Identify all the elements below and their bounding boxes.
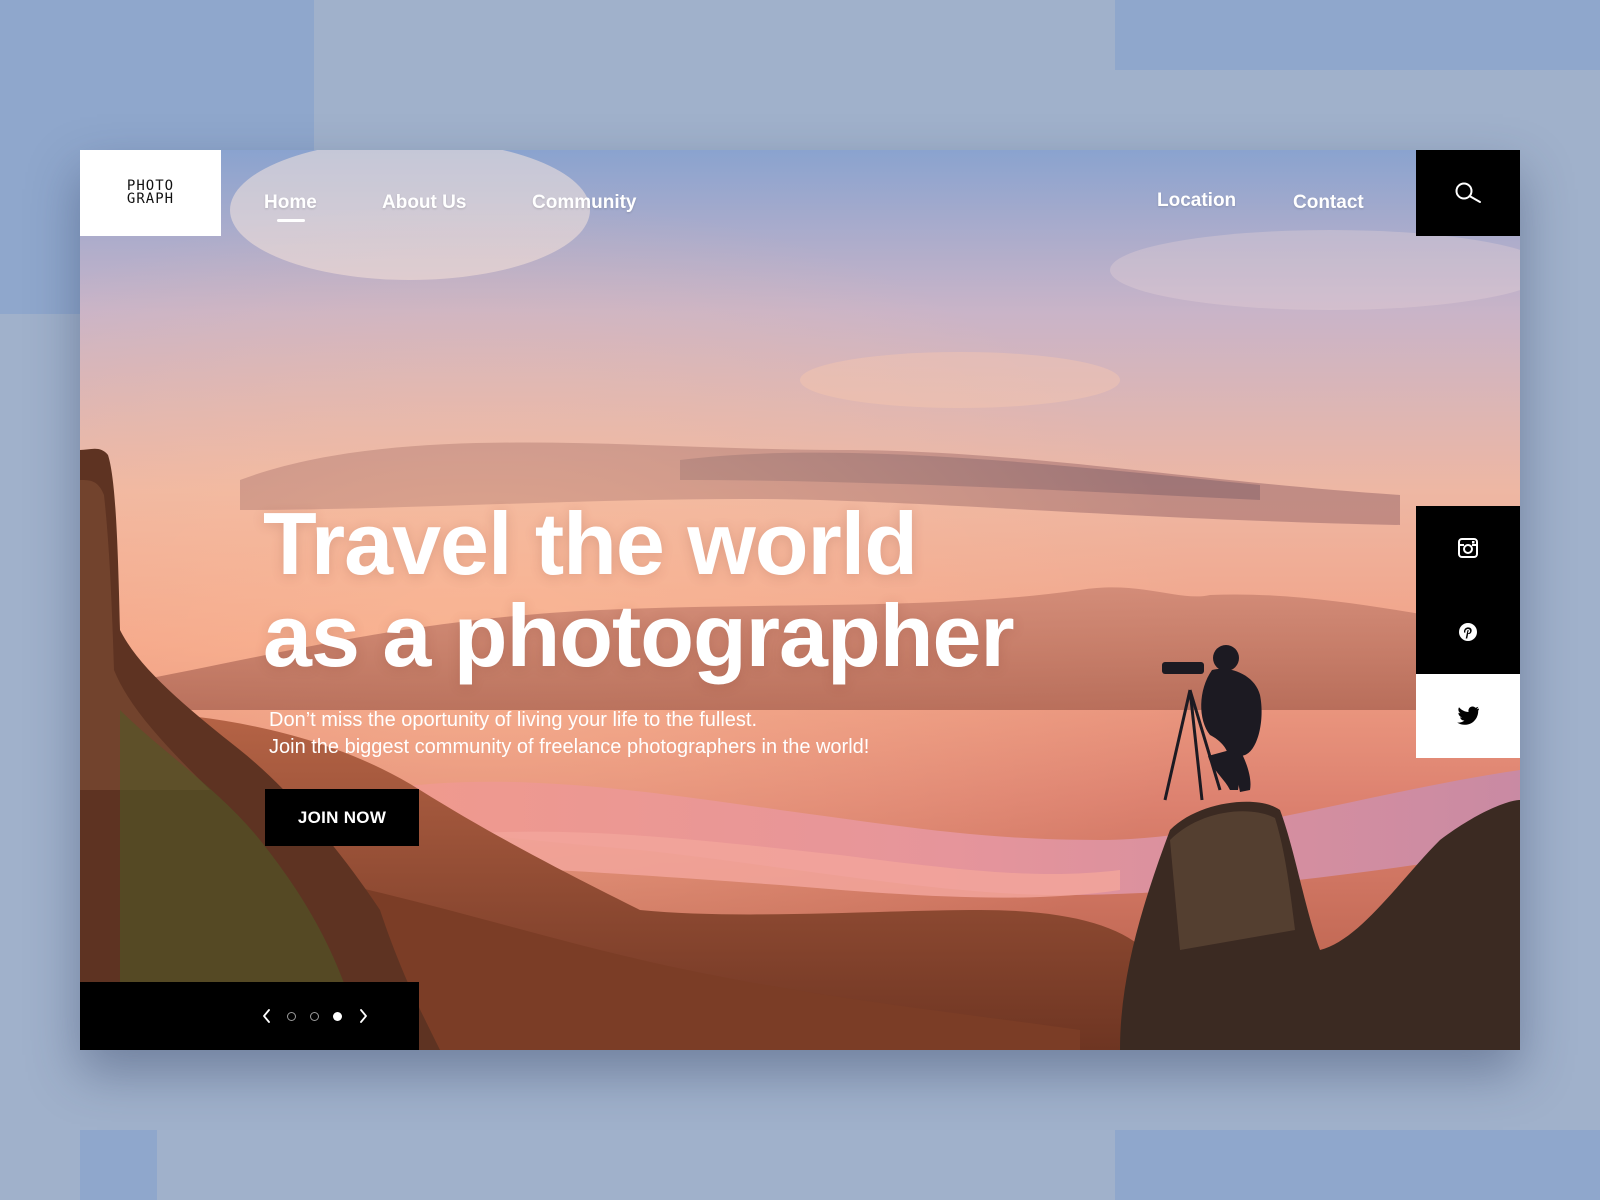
logo[interactable]: PHOTO GRAPH xyxy=(80,150,221,236)
slide-dot-1[interactable] xyxy=(287,1012,296,1021)
search-icon xyxy=(1455,182,1481,203)
chevron-right-icon[interactable] xyxy=(358,1005,368,1027)
search-button[interactable] xyxy=(1416,150,1520,236)
twitter-link[interactable] xyxy=(1416,674,1520,758)
instagram-link[interactable] xyxy=(1416,506,1520,590)
nav-home[interactable]: Home xyxy=(264,192,317,222)
hero-subtext-line-2: Join the biggest community of freelance … xyxy=(269,736,870,758)
slide-dot-3[interactable] xyxy=(333,1012,342,1021)
nav-location-label: Location xyxy=(1157,190,1237,211)
nav-community-label: Community xyxy=(532,192,637,213)
hero-subtext-line-1: Don’t miss the oportunity of living your… xyxy=(269,709,758,731)
twitter-icon xyxy=(1457,706,1479,725)
logo-line-2: GRAPH xyxy=(126,191,175,207)
nav-location[interactable]: Location xyxy=(1157,190,1236,212)
nav-contact-label: Contact xyxy=(1293,192,1364,213)
nav-about-us-label: About Us xyxy=(382,192,467,213)
instagram-icon xyxy=(1458,538,1478,558)
pinterest-link[interactable] xyxy=(1416,590,1520,674)
hero-headline-line-1: Travel the world xyxy=(263,494,918,593)
logo-wordmark: PHOTO GRAPH xyxy=(126,179,175,207)
decorative-block xyxy=(1115,0,1600,70)
hero-headline-line-2: as a photographer xyxy=(263,586,1015,685)
hero-card: PHOTO GRAPH Home About Us Community Loca… xyxy=(80,150,1520,1050)
hero-subtext: Don’t miss the oportunity of living your… xyxy=(269,707,869,761)
nav-home-label: Home xyxy=(264,192,317,213)
active-indicator xyxy=(277,219,305,222)
chevron-left-icon[interactable] xyxy=(262,1005,272,1027)
social-links xyxy=(1416,506,1520,758)
decorative-block xyxy=(1115,1130,1600,1200)
pinterest-icon xyxy=(1459,623,1477,641)
slider-controls xyxy=(80,982,419,1050)
nav-about-us[interactable]: About Us xyxy=(382,192,466,214)
decorative-block xyxy=(80,1130,157,1200)
nav-contact[interactable]: Contact xyxy=(1293,192,1364,214)
join-now-button[interactable]: JOIN NOW xyxy=(265,789,419,846)
slide-dot-2[interactable] xyxy=(310,1012,319,1021)
hero-headline: Travel the world as a photographer xyxy=(263,494,1015,685)
nav-community[interactable]: Community xyxy=(532,192,637,214)
